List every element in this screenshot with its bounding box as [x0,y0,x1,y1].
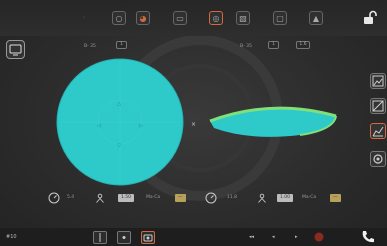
side-button-chart[interactable] [370,123,386,139]
svg-text:▽: ▽ [117,143,121,149]
person-icon [96,193,104,203]
bottom-button-camera[interactable] [141,231,155,244]
nav-forward[interactable]: ▸ [295,234,298,240]
side-button-image[interactable] [370,73,386,89]
right-stat-chip2: — [330,194,341,202]
bottom-button-2[interactable] [117,231,131,244]
right-stat-value: 11.8 [227,195,238,200]
side-view-lens[interactable] [209,106,337,137]
svg-text:◁: ◁ [97,123,101,129]
left-stat-value: 5.4 [67,195,75,200]
pin-icon [99,233,101,242]
right-stat-label: Ma-Ca [302,195,317,200]
bottom-button-1[interactable] [93,231,107,244]
bottom-toolbar: #10 ◂◂ ◂ ▸ [0,228,387,246]
image-icon [372,75,384,87]
side-button-settings[interactable] [370,151,386,167]
gauge-icon [48,192,60,204]
camera-icon [143,234,153,242]
phone-icon[interactable] [360,229,376,245]
side-button-compare[interactable] [370,98,386,114]
viewer-background: ◦ ○ ◕ ▭ ◎ ▧ ▢ ▲ B- 35 1 B- 35 1 1.6 △ ◁ … [0,0,387,246]
nav-rewind[interactable]: ◂◂ [249,234,254,240]
svg-text:▷: ▷ [139,123,143,129]
compare-icon [372,100,384,112]
record-icon[interactable] [313,231,325,243]
left-stat-chip2: — [175,194,186,202]
person-icon [258,193,266,203]
left-stat-label: Ma-Ca [146,195,161,200]
center-marker: × [191,121,196,128]
left-stat-chip: 1.50 [118,194,135,202]
front-view-circle[interactable]: △ ◁ ▷ ▽ [56,58,184,186]
frame-label: #10 [6,234,17,240]
nav-back[interactable]: ◂ [272,234,275,240]
gauge-icon [205,192,217,204]
shape-views: △ ◁ ▷ ▽ × [56,58,337,186]
chart-icon [372,126,384,137]
gear-icon [373,154,383,164]
right-stat-chip: 1.00 [277,194,294,202]
svg-text:△: △ [117,101,121,107]
dot-icon [122,236,126,239]
stats-row: 5.4 1.50 Ma-Ca — 11.8 1.00 Ma-Ca — [0,190,387,208]
